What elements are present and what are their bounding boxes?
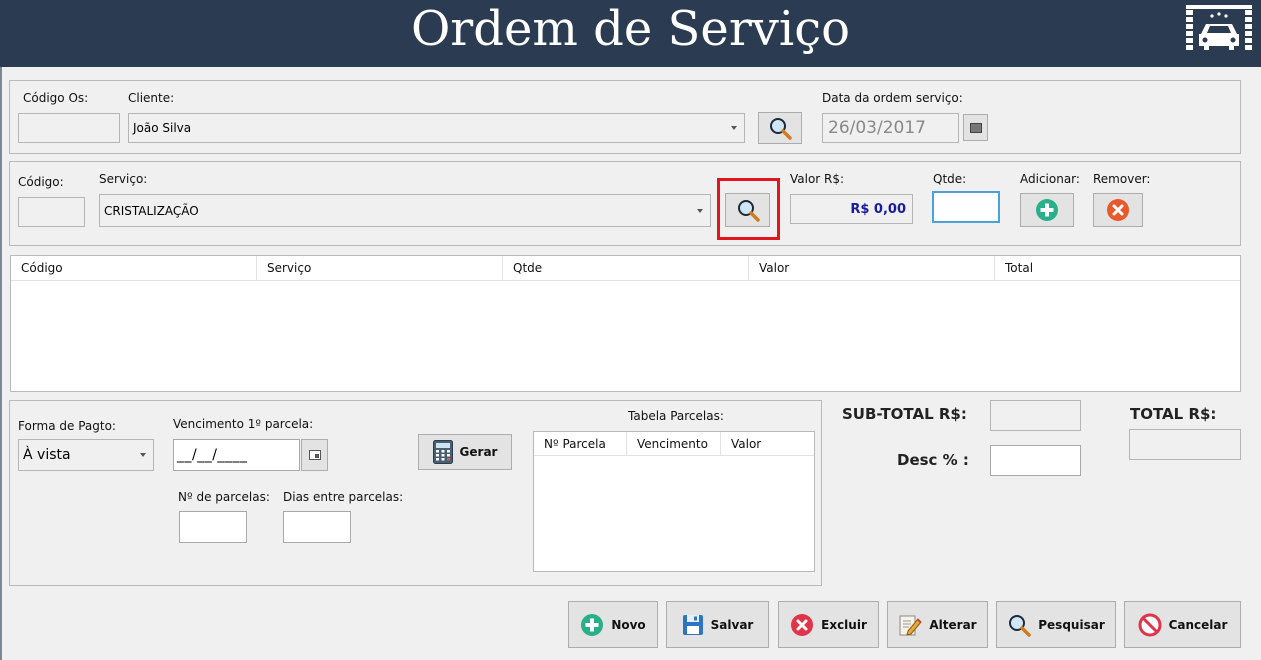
remover-label: Remover: [1093,172,1151,186]
items-table-header: Código Serviço Qtde Valor Total [11,256,1240,281]
cancel-icon [1138,613,1162,636]
servico-select[interactable]: CRISTALIZAÇÃO [99,194,711,227]
valor-field: R$ 0,00 [790,194,913,224]
gerar-button[interactable]: Gerar [418,434,512,470]
pagamento-group: Forma de Pagto: À vista Vencimento 1º pa… [9,400,822,586]
search-icon [737,200,760,222]
car-wash-icon [1186,5,1252,50]
calendar-icon [969,122,982,133]
parcelas-input[interactable] [179,511,247,543]
edit-icon [899,615,923,636]
total-field [1129,429,1241,460]
servico-codigo-label: Código: [18,175,64,189]
servico-codigo-field[interactable] [18,197,85,227]
chevron-down-icon [731,126,737,130]
salvar-button[interactable]: Salvar [666,601,769,648]
qtde-input[interactable] [932,191,1000,223]
calculator-icon [432,440,453,464]
parcelas-table[interactable]: Nº Parcela Vencimento Valor [533,431,815,572]
subtotal-label: SUB-TOTAL R$: [842,405,967,423]
excluir-button[interactable]: Excluir [778,601,879,648]
vencimento-calendar-button[interactable] [301,439,328,471]
excluir-label: Excluir [821,617,867,632]
search-icon [770,118,792,140]
column-qtde[interactable]: Qtde [503,256,749,281]
search-servico-button[interactable] [725,193,770,227]
gerar-label: Gerar [459,445,498,459]
tabela-parcelas-title: Tabela Parcelas: [628,409,724,423]
cliente-value: João Silva [133,121,192,135]
adicionar-label: Adicionar: [1020,172,1080,186]
search-icon [1009,614,1031,637]
total-label: TOTAL R$: [1130,405,1217,423]
column-valor[interactable]: Valor [749,256,995,281]
data-os-label: Data da ordem serviço: [822,91,963,105]
column-valor[interactable]: Valor [721,432,814,456]
servico-value: CRISTALIZAÇÃO [104,203,199,218]
chevron-down-icon [697,208,703,213]
column-total[interactable]: Total [995,256,1240,281]
pesquisar-label: Pesquisar [1038,617,1105,632]
items-table[interactable]: Código Serviço Qtde Valor Total [10,255,1241,392]
column-vencimento[interactable]: Vencimento [627,432,721,456]
remove-item-button[interactable] [1093,193,1143,227]
servico-label: Serviço: [99,172,148,186]
servico-group: Código: Serviço: CRISTALIZAÇÃO Valor R$:… [9,161,1241,246]
header-bar: Ordem de Serviço [0,0,1261,67]
qtde-label: Qtde: [933,172,967,186]
subtotal-field [990,400,1081,431]
forma-pagto-value: À vista [23,447,71,463]
forma-pagto-select[interactable]: À vista [18,439,154,471]
novo-label: Novo [611,617,646,632]
forma-pagto-label: Forma de Pagto: [18,419,116,433]
column-codigo[interactable]: Código [11,256,257,281]
save-icon [682,614,703,635]
desc-label: Desc % : [897,451,969,469]
pesquisar-button[interactable]: Pesquisar [996,601,1116,648]
codigo-os-field[interactable] [18,113,120,143]
cliente-select[interactable]: João Silva [128,113,745,143]
parcelas-table-header: Nº Parcela Vencimento Valor [534,432,814,456]
alterar-label: Alterar [929,617,977,632]
salvar-label: Salvar [710,617,754,632]
delete-icon [791,613,814,636]
codigo-os-label: Código Os: [23,91,89,105]
column-servico[interactable]: Serviço [257,256,503,281]
novo-button[interactable]: Novo [568,601,658,648]
column-nparcela[interactable]: Nº Parcela [534,432,627,456]
search-cliente-button[interactable] [758,112,802,144]
page-title: Ordem de Serviço [410,1,851,57]
dias-input[interactable] [283,511,351,543]
cancelar-button[interactable]: Cancelar [1124,601,1241,648]
os-group: Código Os: Cliente: João Silva Data da o… [9,80,1241,154]
window-left-edge [0,67,2,660]
cliente-label: Cliente: [128,91,175,105]
desc-input[interactable] [990,445,1081,476]
alterar-button[interactable]: Alterar [887,601,988,648]
parcelas-label: Nº de parcelas: [178,490,270,504]
calendar-button[interactable] [963,114,988,141]
dias-label: Dias entre parcelas: [283,490,404,504]
calendar-icon [308,450,321,460]
add-item-button[interactable] [1020,193,1074,227]
data-os-field[interactable]: 26/03/2017 [822,113,959,143]
plus-icon [1036,199,1058,221]
close-icon [1107,199,1129,221]
chevron-down-icon [140,453,146,457]
plus-icon [581,613,604,636]
valor-label: Valor R$: [790,172,845,186]
cancelar-label: Cancelar [1168,617,1228,632]
vencimento-label: Vencimento 1º parcela: [173,417,314,431]
vencimento-input[interactable]: __/__/____ [173,439,300,471]
